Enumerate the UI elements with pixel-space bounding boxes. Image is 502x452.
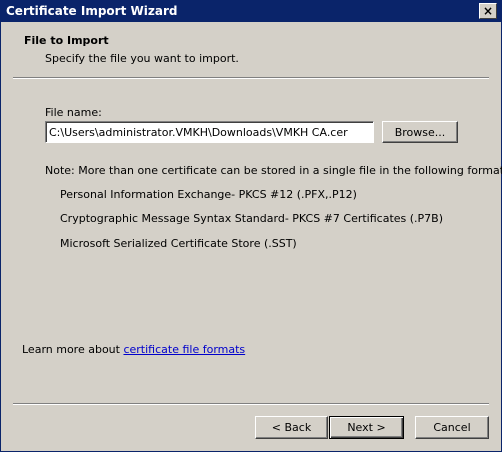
wizard-window: Certificate Import Wizard × File to Impo… xyxy=(0,0,502,452)
note-text: Note: More than one certificate can be s… xyxy=(45,164,502,177)
back-button[interactable]: < Back xyxy=(255,416,328,439)
next-button-label: Next > xyxy=(347,421,386,434)
close-icon: × xyxy=(482,4,494,18)
file-name-input[interactable] xyxy=(49,124,369,140)
title-bar[interactable]: Certificate Import Wizard × xyxy=(1,1,501,22)
format-item: Personal Information Exchange- PKCS #12 … xyxy=(60,188,357,201)
file-name-field[interactable] xyxy=(45,121,374,143)
cancel-button[interactable]: Cancel xyxy=(415,416,489,439)
learn-more-text: Learn more about certificate file format… xyxy=(22,343,245,356)
page-title: File to Import xyxy=(24,34,109,47)
certificate-file-formats-link[interactable]: certificate file formats xyxy=(123,343,245,356)
header-divider xyxy=(13,77,489,79)
learn-more-prefix: Learn more about xyxy=(22,343,124,356)
window-title: Certificate Import Wizard xyxy=(6,4,178,18)
browse-button[interactable]: Browse... xyxy=(382,121,458,143)
header-panel: File to Import Specify the file you want… xyxy=(1,22,501,80)
page-subtitle: Specify the file you want to import. xyxy=(45,52,239,65)
format-item: Cryptographic Message Syntax Standard- P… xyxy=(60,212,444,225)
file-name-label: File name: xyxy=(45,106,102,119)
close-button[interactable]: × xyxy=(479,3,497,19)
footer-divider xyxy=(13,403,489,405)
cancel-button-label: Cancel xyxy=(433,421,471,434)
format-item: Microsoft Serialized Certificate Store (… xyxy=(60,237,297,250)
browse-button-label: Browse... xyxy=(394,125,446,139)
back-button-label: < Back xyxy=(271,421,312,434)
next-button[interactable]: Next > xyxy=(329,416,404,439)
